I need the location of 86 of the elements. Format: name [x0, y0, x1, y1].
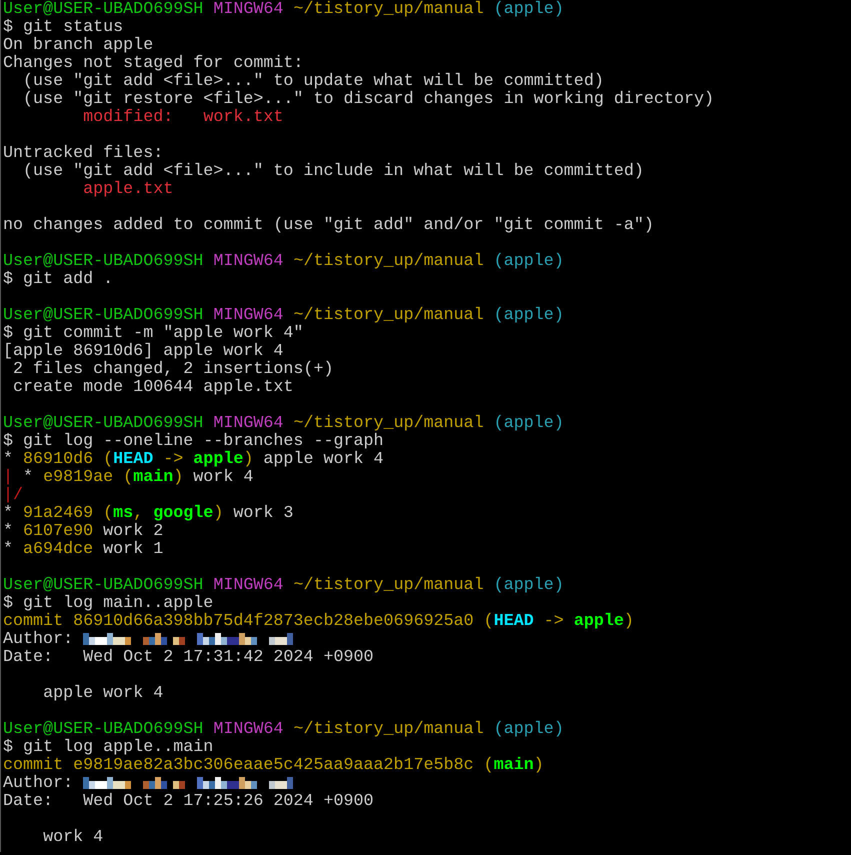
user-host: User@USER-UBADO699SH	[3, 306, 204, 325]
terminal-text: (use "git restore <file>..." to discard changes in working directory)	[23, 90, 714, 109]
file-status: apple.txt	[83, 180, 174, 199]
terminal-text: work 4	[193, 468, 254, 487]
commit-hash: )	[624, 612, 634, 631]
commit-hash: a694dce	[23, 540, 94, 559]
terminal-text: [apple 86910d6] apple work 4	[3, 342, 284, 361]
branch-name: (apple)	[494, 576, 564, 595]
terminal-text: $ git add .	[3, 270, 114, 289]
file-status: work.txt	[203, 108, 284, 127]
terminal-text: apple work 4	[263, 450, 384, 469]
terminal-text: Changes not staged for commit:	[3, 54, 304, 73]
user-host: User@USER-UBADO699SH	[3, 576, 204, 595]
shell-name: MINGW64	[213, 306, 284, 325]
branch-name: (apple)	[494, 414, 564, 433]
branch-ref: ms	[113, 504, 134, 523]
terminal-text: work 4	[43, 828, 104, 847]
branch-ref: main	[494, 756, 534, 775]
commit-hash: )	[534, 756, 544, 775]
terminal-text: Untracked files:	[3, 144, 164, 163]
branch-ref: main	[133, 468, 174, 487]
terminal-text: (use "git add <file>..." to update what will be committed)	[23, 72, 604, 91]
commit-hash: 6107e90	[23, 522, 94, 541]
shell-name: MINGW64	[213, 414, 284, 433]
user-host: User@USER-UBADO699SH	[3, 720, 204, 739]
head-ref: HEAD	[113, 450, 154, 469]
terminal-text: create mode 100644 apple.txt	[13, 378, 294, 397]
commit-hash: )	[243, 450, 254, 469]
branch-ref: google	[153, 504, 214, 523]
working-directory: ~/tistory_up/manual	[293, 414, 484, 433]
terminal-text: Wed Oct 2 17:25:26 2024 +0900	[83, 792, 374, 811]
terminal-text: $ git log main..apple	[3, 594, 214, 613]
commit-hash: ,	[133, 504, 144, 523]
commit-hash: ->	[544, 612, 564, 631]
branch-ref: apple	[193, 450, 244, 469]
working-directory: ~/tistory_up/manual	[293, 576, 484, 595]
terminal-text: On branch apple	[3, 36, 154, 55]
terminal-text: *	[3, 450, 14, 469]
terminal-text: work 3	[233, 504, 294, 523]
branch-name: (apple)	[494, 0, 564, 19]
terminal-text: *	[3, 522, 14, 541]
commit-hash: )	[173, 468, 184, 487]
terminal-text: (use "git add <file>..." to include in what will be committed)	[23, 162, 644, 181]
commit-hash: commit 86910d66a398bb75d4f2873ecb28ebe0696925a0 (	[3, 612, 494, 631]
commit-hash: ->	[163, 450, 184, 469]
terminal-text: Date:	[3, 648, 54, 667]
commit-hash: e9819ae (	[43, 468, 134, 487]
head-ref: HEAD	[494, 612, 534, 631]
graph-line: |	[3, 468, 14, 487]
terminal-text: apple work 4	[43, 684, 164, 703]
shell-name: MINGW64	[213, 0, 284, 19]
terminal-text: $ git log --oneline --branches --graph	[3, 432, 384, 451]
terminal-text: work 1	[103, 540, 164, 559]
working-directory: ~/tistory_up/manual	[293, 306, 484, 325]
branch-ref: apple	[574, 612, 624, 631]
terminal-text: $ git commit -m "apple work 4"	[3, 324, 304, 343]
terminal-text: Date:	[3, 792, 54, 811]
terminal-text: *	[23, 468, 34, 487]
user-host: User@USER-UBADO699SH	[3, 0, 204, 19]
shell-name: MINGW64	[213, 252, 284, 271]
commit-hash: 91a2469 (	[23, 504, 114, 523]
graph-line: |/	[3, 486, 24, 505]
terminal-text: $ git log apple..main	[3, 738, 214, 757]
user-host: User@USER-UBADO699SH	[3, 252, 204, 271]
terminal-text: no changes added to commit (use "git add" and/or "git commit -a")	[3, 216, 654, 235]
branch-name: (apple)	[494, 720, 564, 739]
commit-hash: 86910d6 (	[23, 450, 114, 469]
branch-name: (apple)	[494, 306, 564, 325]
terminal-text: *	[3, 504, 14, 523]
working-directory: ~/tistory_up/manual	[293, 0, 484, 19]
commit-hash: commit e9819ae82a3bc306eaae5c425aa9aaa2b17e5b8c (	[3, 756, 494, 775]
working-directory: ~/tistory_up/manual	[293, 720, 484, 739]
terminal-text: $ git status	[3, 18, 124, 37]
branch-name: (apple)	[494, 252, 564, 271]
terminal-text: Author:	[3, 630, 74, 649]
terminal-text: Wed Oct 2 17:31:42 2024 +0900	[83, 648, 374, 667]
file-status: modified:	[83, 108, 174, 127]
terminal-text: work 2	[103, 522, 164, 541]
working-directory: ~/tistory_up/manual	[293, 252, 484, 271]
shell-name: MINGW64	[213, 576, 284, 595]
shell-name: MINGW64	[213, 720, 284, 739]
terminal-text: Author:	[3, 774, 74, 793]
terminal-text: 2 files changed, 2 insertions(+)	[13, 360, 334, 379]
commit-hash: )	[213, 504, 224, 523]
terminal-text: *	[3, 540, 14, 559]
user-host: User@USER-UBADO699SH	[3, 414, 204, 433]
